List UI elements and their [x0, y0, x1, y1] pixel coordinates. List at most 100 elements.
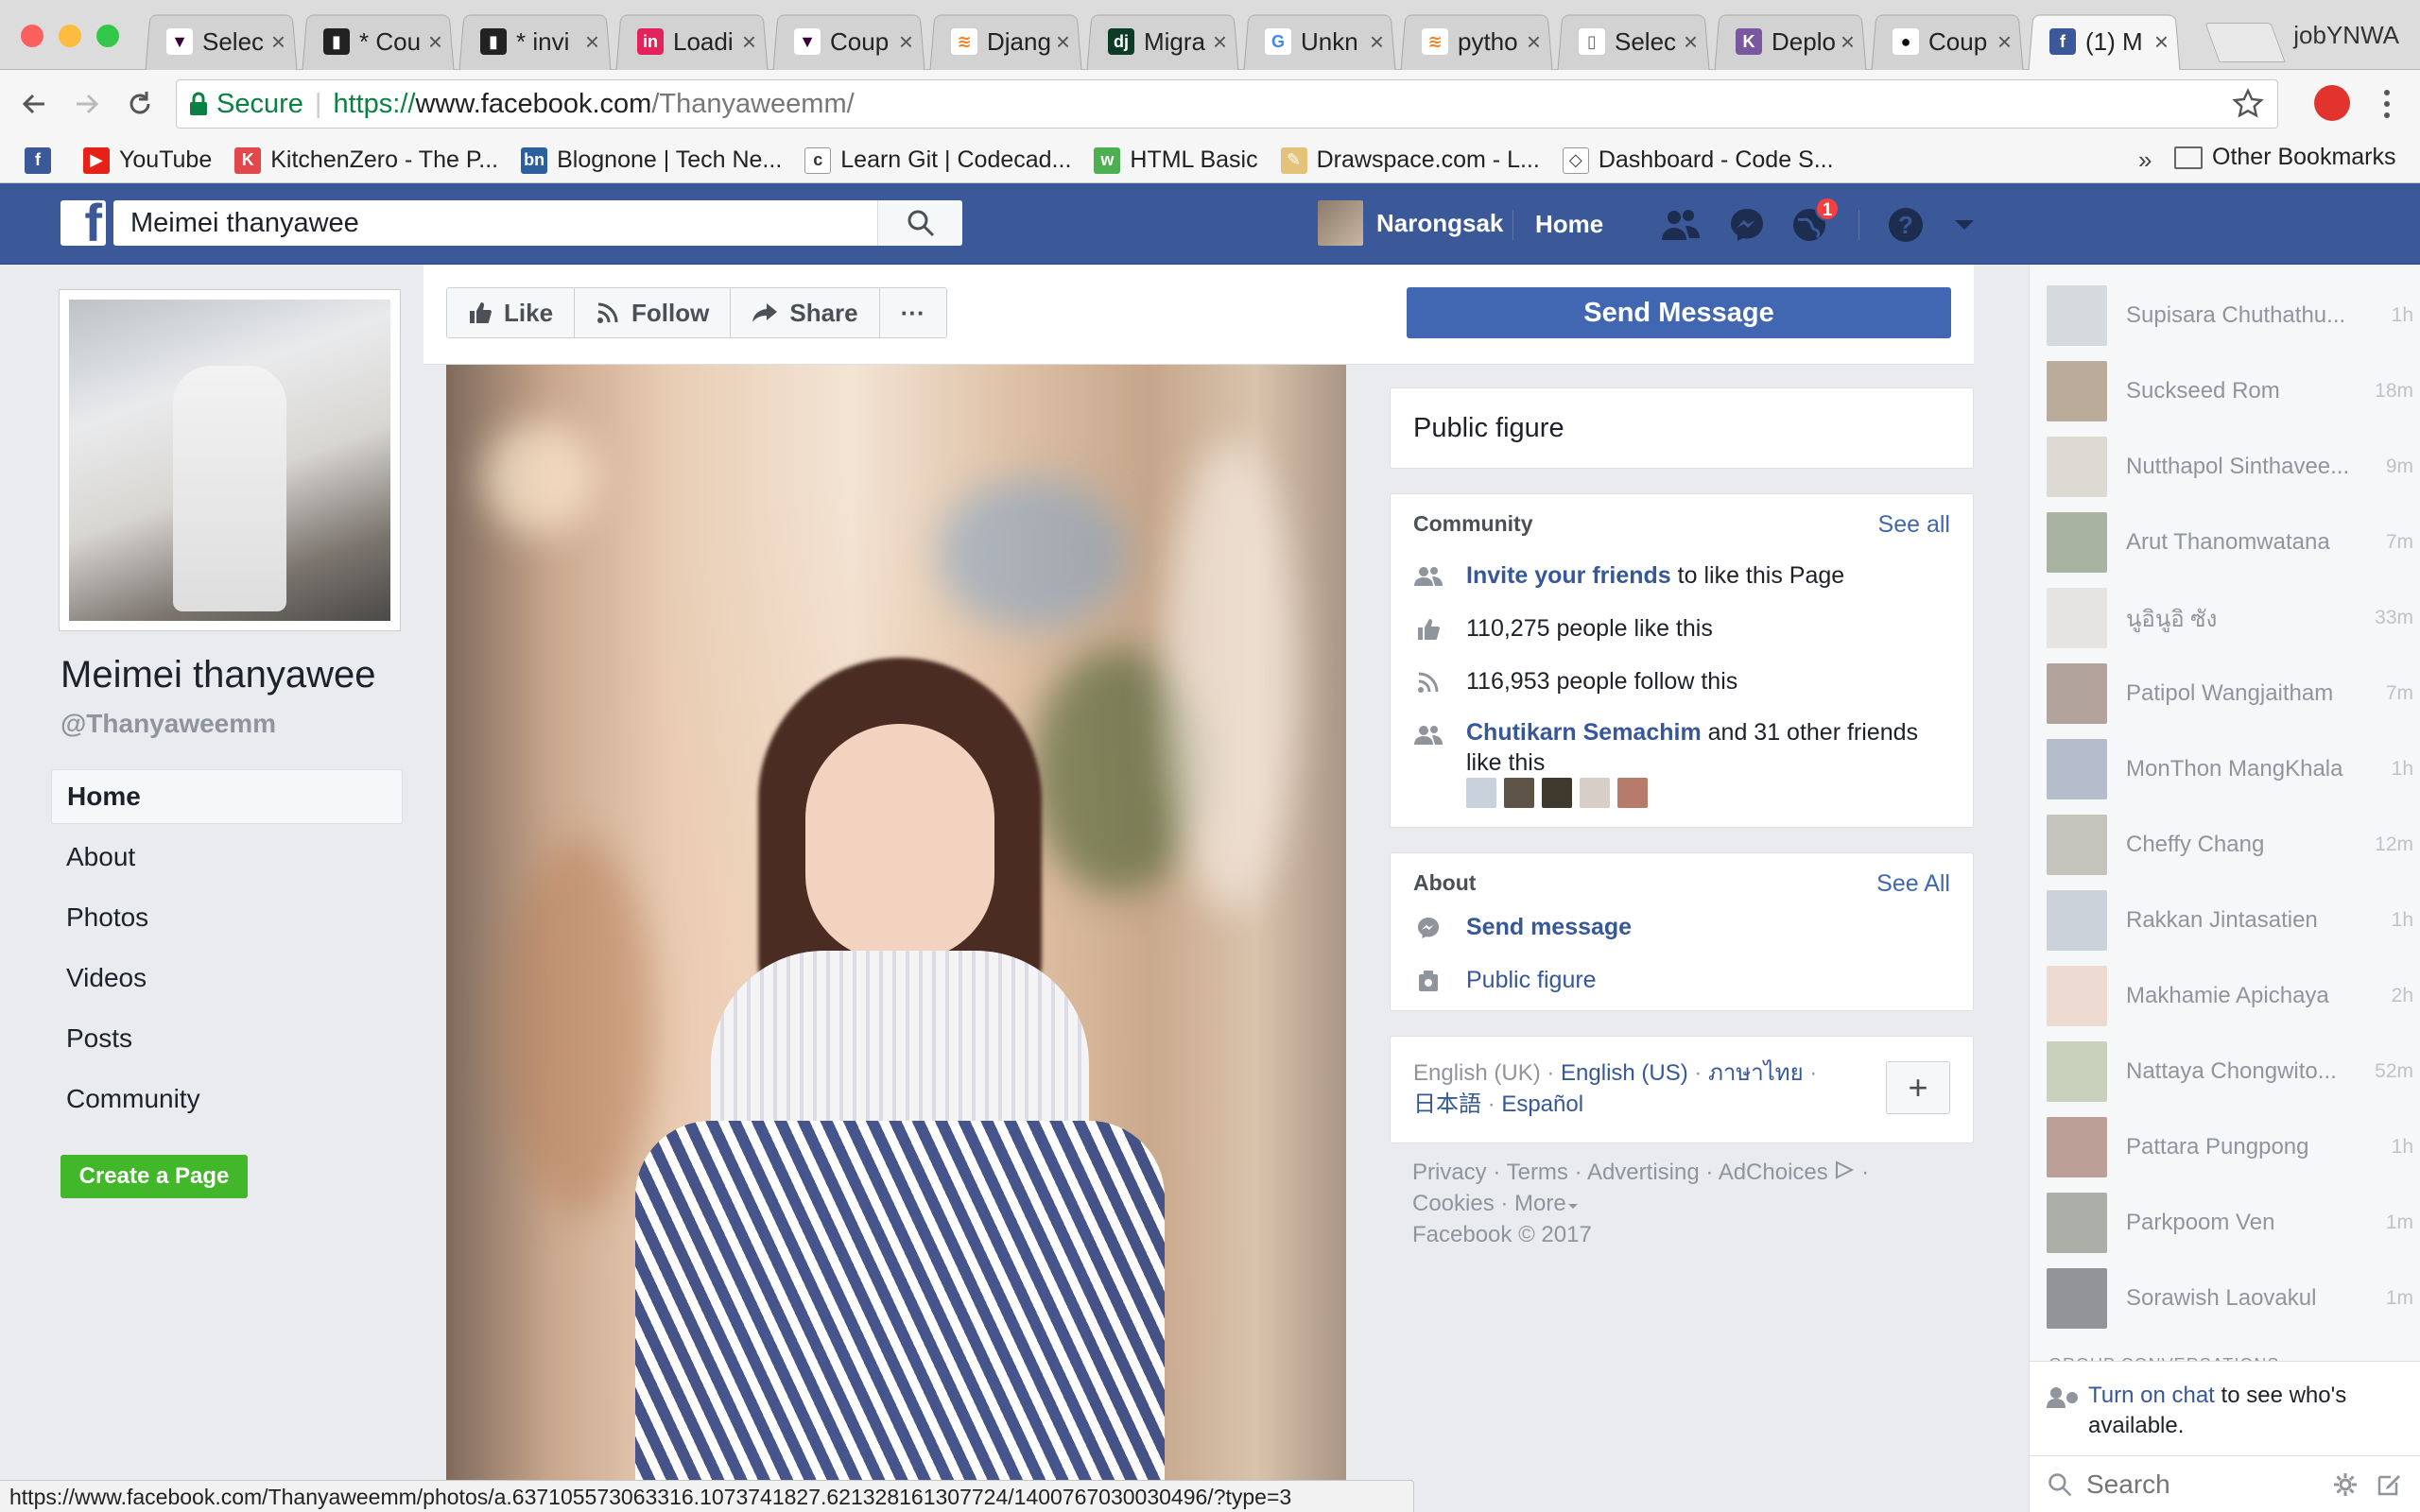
address-bar[interactable]: Secure | https://www.facebook.com/Thanya… [176, 79, 2278, 129]
bookmark-item[interactable]: ◇ Dashboard - Code S... [1562, 146, 1834, 174]
chat-contact[interactable]: Parkpoom Ven 1m [2047, 1193, 2417, 1253]
chat-contact[interactable]: Makhamie Apichaya 2h [2047, 966, 2417, 1026]
bookmark-item[interactable]: ✎ Drawspace.com - L... [1280, 146, 1540, 174]
avatar[interactable] [1504, 778, 1534, 808]
tab-close-icon[interactable]: × [1527, 27, 1541, 57]
avatar[interactable] [1580, 778, 1610, 808]
browser-profile-name[interactable]: jobYNWA [2293, 21, 2399, 50]
bookmark-star-icon[interactable] [2232, 88, 2264, 120]
search-input[interactable] [113, 200, 877, 246]
invite-friends-link[interactable]: Invite your friends [1466, 562, 1671, 589]
footer-more-link[interactable]: More [1514, 1191, 1566, 1216]
new-tab-button[interactable] [2204, 23, 2286, 62]
bookmark-item[interactable]: ▶ YouTube [83, 146, 212, 174]
bookmarks-overflow-button[interactable]: » [2138, 146, 2152, 175]
about-see-all-link[interactable]: See All [1876, 870, 1950, 898]
language-option-japanese[interactable]: 日本語 [1413, 1091, 1481, 1117]
chat-contact[interactable]: Suckseed Rom 18m [2047, 361, 2417, 421]
like-button[interactable]: Like [447, 288, 576, 337]
bookmark-item[interactable]: c Learn Git | Codecad... [804, 146, 1071, 174]
page-nav-item-posts[interactable]: Posts [51, 1011, 403, 1066]
tab-close-icon[interactable]: × [271, 27, 285, 57]
page-handle[interactable]: @Thanyaweemm [60, 709, 276, 739]
chat-contact[interactable]: Nattaya Chongwito... 52m [2047, 1041, 2417, 1102]
tab-close-icon[interactable]: × [1370, 27, 1384, 57]
page-nav-item-about[interactable]: About [51, 830, 403, 885]
chat-contact[interactable]: Cheffy Chang 12m [2047, 815, 2417, 875]
browser-tab[interactable]: G Unkn × [1240, 13, 1399, 70]
turn-on-chat-link[interactable]: Turn on chat [2088, 1383, 2215, 1408]
browser-tab[interactable]: ≋ Djang × [926, 13, 1085, 70]
bookmark-item[interactable]: f [25, 146, 60, 174]
page-nav-item-photos[interactable]: Photos [51, 890, 403, 945]
friend-name-link[interactable]: Chutikarn Semachim [1466, 719, 1702, 746]
browser-tab[interactable]: ▯ Selec × [1554, 13, 1713, 70]
gear-icon[interactable] [2332, 1471, 2359, 1498]
window-close-button[interactable] [21, 25, 43, 47]
footer-adchoices-link[interactable]: AdChoices [1719, 1160, 1828, 1185]
about-category-link[interactable]: Public figure [1466, 967, 1597, 994]
forward-button[interactable] [66, 83, 108, 125]
bookmark-item[interactable]: bn Blognone | Tech Ne... [521, 146, 782, 174]
chat-contact[interactable]: Nutthapol Sinthavee... 9m [2047, 437, 2417, 497]
tab-close-icon[interactable]: × [428, 27, 442, 57]
page-nav-item-videos[interactable]: Videos [51, 951, 403, 1005]
avatar[interactable] [1466, 778, 1496, 808]
footer-cookies-link[interactable]: Cookies [1412, 1191, 1495, 1216]
create-page-button[interactable]: Create a Page [60, 1155, 248, 1198]
bookmark-item[interactable]: K KitchenZero - The P... [234, 146, 498, 174]
browser-tab[interactable]: ▮ * invi × [456, 13, 614, 70]
page-title[interactable]: Meimei thanyawee [60, 654, 376, 696]
send-message-button[interactable]: Send Message [1407, 287, 1951, 338]
cover-photo[interactable] [446, 365, 1346, 1512]
follow-button[interactable]: Follow [575, 288, 732, 337]
tab-close-icon[interactable]: × [1213, 27, 1227, 57]
chat-contact[interactable]: Supisara Chuthathu... 1h [2047, 285, 2417, 346]
page-nav-item-home[interactable]: Home [51, 769, 403, 824]
search-button[interactable] [877, 200, 962, 246]
footer-privacy-link[interactable]: Privacy [1412, 1160, 1487, 1185]
bookmark-item[interactable]: w HTML Basic [1094, 146, 1258, 174]
tab-close-icon[interactable]: × [585, 27, 599, 57]
chat-contact[interactable]: นูอินูอิ ซัง 33m [2047, 588, 2417, 648]
compose-icon[interactable] [2376, 1471, 2402, 1498]
footer-terms-link[interactable]: Terms [1507, 1160, 1568, 1185]
help-icon[interactable]: ? [1885, 204, 1927, 246]
tab-close-icon[interactable]: × [1841, 27, 1855, 57]
browser-tab[interactable]: f (1) M × [2025, 13, 2184, 70]
browser-tab[interactable]: dj Migra × [1083, 13, 1242, 70]
community-see-all-link[interactable]: See all [1878, 511, 1950, 539]
window-minimize-button[interactable] [59, 25, 81, 47]
avatar[interactable] [1542, 778, 1572, 808]
share-button[interactable]: Share [731, 288, 880, 337]
chat-contact[interactable]: Sorawish Laovakul 1m [2047, 1268, 2417, 1329]
tab-close-icon[interactable]: × [1997, 27, 2012, 57]
profile-picture[interactable] [59, 289, 401, 631]
chat-search-input[interactable] [2086, 1469, 2313, 1500]
browser-tab[interactable]: K Deplo × [1711, 13, 1870, 70]
chat-contact[interactable]: MonThon MangKhala 1h [2047, 739, 2417, 799]
language-option-thai[interactable]: ภาษาไทย [1708, 1060, 1804, 1086]
header-home-link[interactable]: Home [1535, 210, 1603, 239]
chat-contact[interactable]: Rakkan Jintasatien 1h [2047, 890, 2417, 951]
chat-contact[interactable]: Pattara Pungpong 1h [2047, 1117, 2417, 1177]
browser-tab[interactable]: ▼ Selec × [142, 13, 301, 70]
tab-close-icon[interactable]: × [2154, 27, 2169, 57]
tab-close-icon[interactable]: × [1684, 27, 1698, 57]
tab-close-icon[interactable]: × [742, 27, 756, 57]
browser-tab[interactable]: in Loadi × [613, 13, 771, 70]
browser-tab[interactable]: ▮ * Cou × [299, 13, 458, 70]
avatar[interactable] [1617, 778, 1648, 808]
page-nav-item-community[interactable]: Community [51, 1072, 403, 1126]
more-options-button[interactable]: ··· [880, 288, 946, 337]
window-zoom-button[interactable] [96, 25, 119, 47]
extension-icon[interactable] [2314, 85, 2350, 121]
back-button[interactable] [13, 83, 55, 125]
browser-tab[interactable]: ● Coup × [1868, 13, 2027, 70]
footer-advertising-link[interactable]: Advertising [1587, 1160, 1700, 1185]
other-bookmarks-folder[interactable]: Other Bookmarks [2174, 144, 2396, 171]
friend-requests-icon[interactable] [1660, 204, 1702, 246]
account-menu-chevron-down-icon[interactable] [1944, 204, 1985, 246]
header-profile-link[interactable]: Narongsak [1318, 200, 1503, 246]
about-send-message-link[interactable]: Send message [1466, 914, 1632, 941]
